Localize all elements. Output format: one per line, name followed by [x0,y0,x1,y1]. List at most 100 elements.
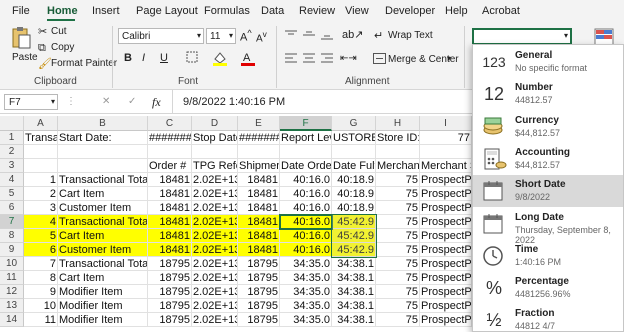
format-option-number[interactable]: 12 Number 44812.57 [473,78,623,110]
table-cell[interactable]: Cart Item [58,229,148,243]
table-cell[interactable]: ######## [238,131,280,145]
row-header[interactable]: 14 [0,313,24,327]
underline-button[interactable]: U [160,52,168,64]
table-cell[interactable]: 18481 [238,173,280,187]
tab-page-layout[interactable]: Page Layout [136,5,198,17]
table-cell[interactable]: 2.02E+13 [192,187,238,201]
table-cell[interactable]: 6 [24,243,58,257]
table-cell[interactable]: 34:38.1 [332,299,376,313]
format-painter-icon[interactable]: 🖌 [38,57,52,71]
table-cell[interactable]: 2.02E+13 [192,229,238,243]
table-cell[interactable]: 18795 [238,285,280,299]
table-cell[interactable]: 5 [24,229,58,243]
table-cell[interactable]: Transactional Total [58,215,148,229]
format-option-percentage[interactable]: % Percentage 4481256.96% [473,272,623,304]
align-right-icon[interactable] [320,52,334,67]
table-cell[interactable]: 75 [376,271,420,285]
table-cell[interactable]: ProspectP Pr [420,271,472,285]
table-cell[interactable]: Customer Item [58,201,148,215]
table-cell[interactable]: Modifier Item [58,313,148,327]
table-cell[interactable]: 2.02E+13 [192,271,238,285]
table-cell[interactable]: 2.02E+13 [192,257,238,271]
table-cell[interactable]: Cart Item [58,271,148,285]
table-cell[interactable]: 75 [376,299,420,313]
select-all-corner[interactable] [0,116,24,131]
table-cell[interactable] [192,145,238,159]
enter-icon[interactable]: ✓ [128,96,136,107]
table-cell[interactable] [24,145,58,159]
table-cell[interactable]: 10 [24,299,58,313]
table-cell[interactable]: 4 [24,215,58,229]
table-cell[interactable]: ######## [148,131,192,145]
table-cell[interactable]: 34:38.1 [332,257,376,271]
table-cell[interactable]: 18795 [148,313,192,327]
table-cell[interactable]: 9 [24,285,58,299]
bold-button[interactable]: B [124,52,132,64]
tab-data[interactable]: Data [261,5,284,17]
cut-button[interactable]: Cut [51,26,67,37]
column-header[interactable]: G [332,116,376,131]
table-cell[interactable]: 18481 [238,187,280,201]
table-cell[interactable]: 75 [376,243,420,257]
table-cell[interactable]: 34:38.1 [332,285,376,299]
merge-center-icon[interactable] [373,53,386,67]
table-cell[interactable]: 40:16.0 [280,201,332,215]
table-cell[interactable]: ProspectP Pr [420,229,472,243]
table-cell[interactable]: Store ID: [376,131,420,145]
fill-color-icon[interactable] [212,50,228,69]
table-cell[interactable]: 18481 [238,215,280,229]
format-painter-button[interactable]: Format Painter [51,58,117,69]
paste-button[interactable] [10,26,32,50]
wrap-text-icon[interactable]: ↵ [374,29,383,43]
table-cell[interactable] [58,159,148,173]
align-bottom-icon[interactable] [320,29,334,44]
font-color-icon[interactable]: A [240,50,256,69]
align-top-icon[interactable] [284,29,298,44]
font-name-select[interactable]: Calibri ▾ [118,28,204,44]
table-cell[interactable]: TPG Refer [192,159,238,173]
table-cell[interactable] [148,145,192,159]
tab-insert[interactable]: Insert [92,5,120,17]
number-format-select[interactable]: ▾ [472,28,572,45]
table-cell[interactable]: 40:18.9 [332,187,376,201]
table-cell[interactable]: ProspectP Pr [420,187,472,201]
table-cell[interactable]: Date Fulfi [332,159,376,173]
table-cell[interactable]: 75 [376,173,420,187]
table-cell[interactable]: 40:16.0 [280,173,332,187]
table-cell[interactable]: 18795 [148,299,192,313]
table-cell[interactable]: 40:16.0 [280,243,332,257]
column-header[interactable]: A [24,116,58,131]
column-header[interactable]: F [280,116,332,131]
table-cell[interactable]: 40:18.9 [332,201,376,215]
table-cell[interactable]: 34:38.1 [332,313,376,327]
format-option-fraction[interactable]: ½ Fraction 44812 4/7 [473,304,623,332]
table-cell[interactable]: ProspectP Pr [420,173,472,187]
copy-icon[interactable]: ⧉ [38,41,46,55]
table-cell[interactable]: 18795 [238,299,280,313]
row-header[interactable]: 4 [0,173,24,187]
table-cell[interactable]: ProspectP Pr [420,243,472,257]
increase-font-icon[interactable]: A^ [240,28,252,44]
table-cell[interactable]: Date Ordere [280,159,332,173]
table-cell[interactable]: ProspectP Pr [420,201,472,215]
table-cell[interactable]: 2.02E+13 [192,313,238,327]
table-cell[interactable]: 34:35.0 [280,313,332,327]
table-cell[interactable]: USTORE [332,131,376,145]
table-cell[interactable]: 3 [24,201,58,215]
format-option-short-date[interactable]: Short Date 9/8/2022 [473,175,623,208]
table-cell[interactable]: ProspectP Pr [420,299,472,313]
table-cell[interactable]: 7 [24,257,58,271]
table-cell[interactable]: Modifier Item [58,299,148,313]
format-option-time[interactable]: Time 1:40:16 PM [473,240,623,272]
table-cell[interactable]: 11 [24,313,58,327]
font-size-select[interactable]: 11 ▾ [206,28,236,44]
tab-developer[interactable]: Developer [385,5,435,17]
table-cell[interactable]: 34:35.0 [280,271,332,285]
insert-function-button[interactable]: fx [152,95,161,110]
table-cell[interactable]: 34:38.1 [332,271,376,285]
row-header[interactable]: 9 [0,243,24,257]
table-cell[interactable]: Merchant [376,159,420,173]
table-cell[interactable] [58,145,148,159]
row-header[interactable]: 1 [0,131,24,145]
table-cell[interactable]: 75 [376,229,420,243]
